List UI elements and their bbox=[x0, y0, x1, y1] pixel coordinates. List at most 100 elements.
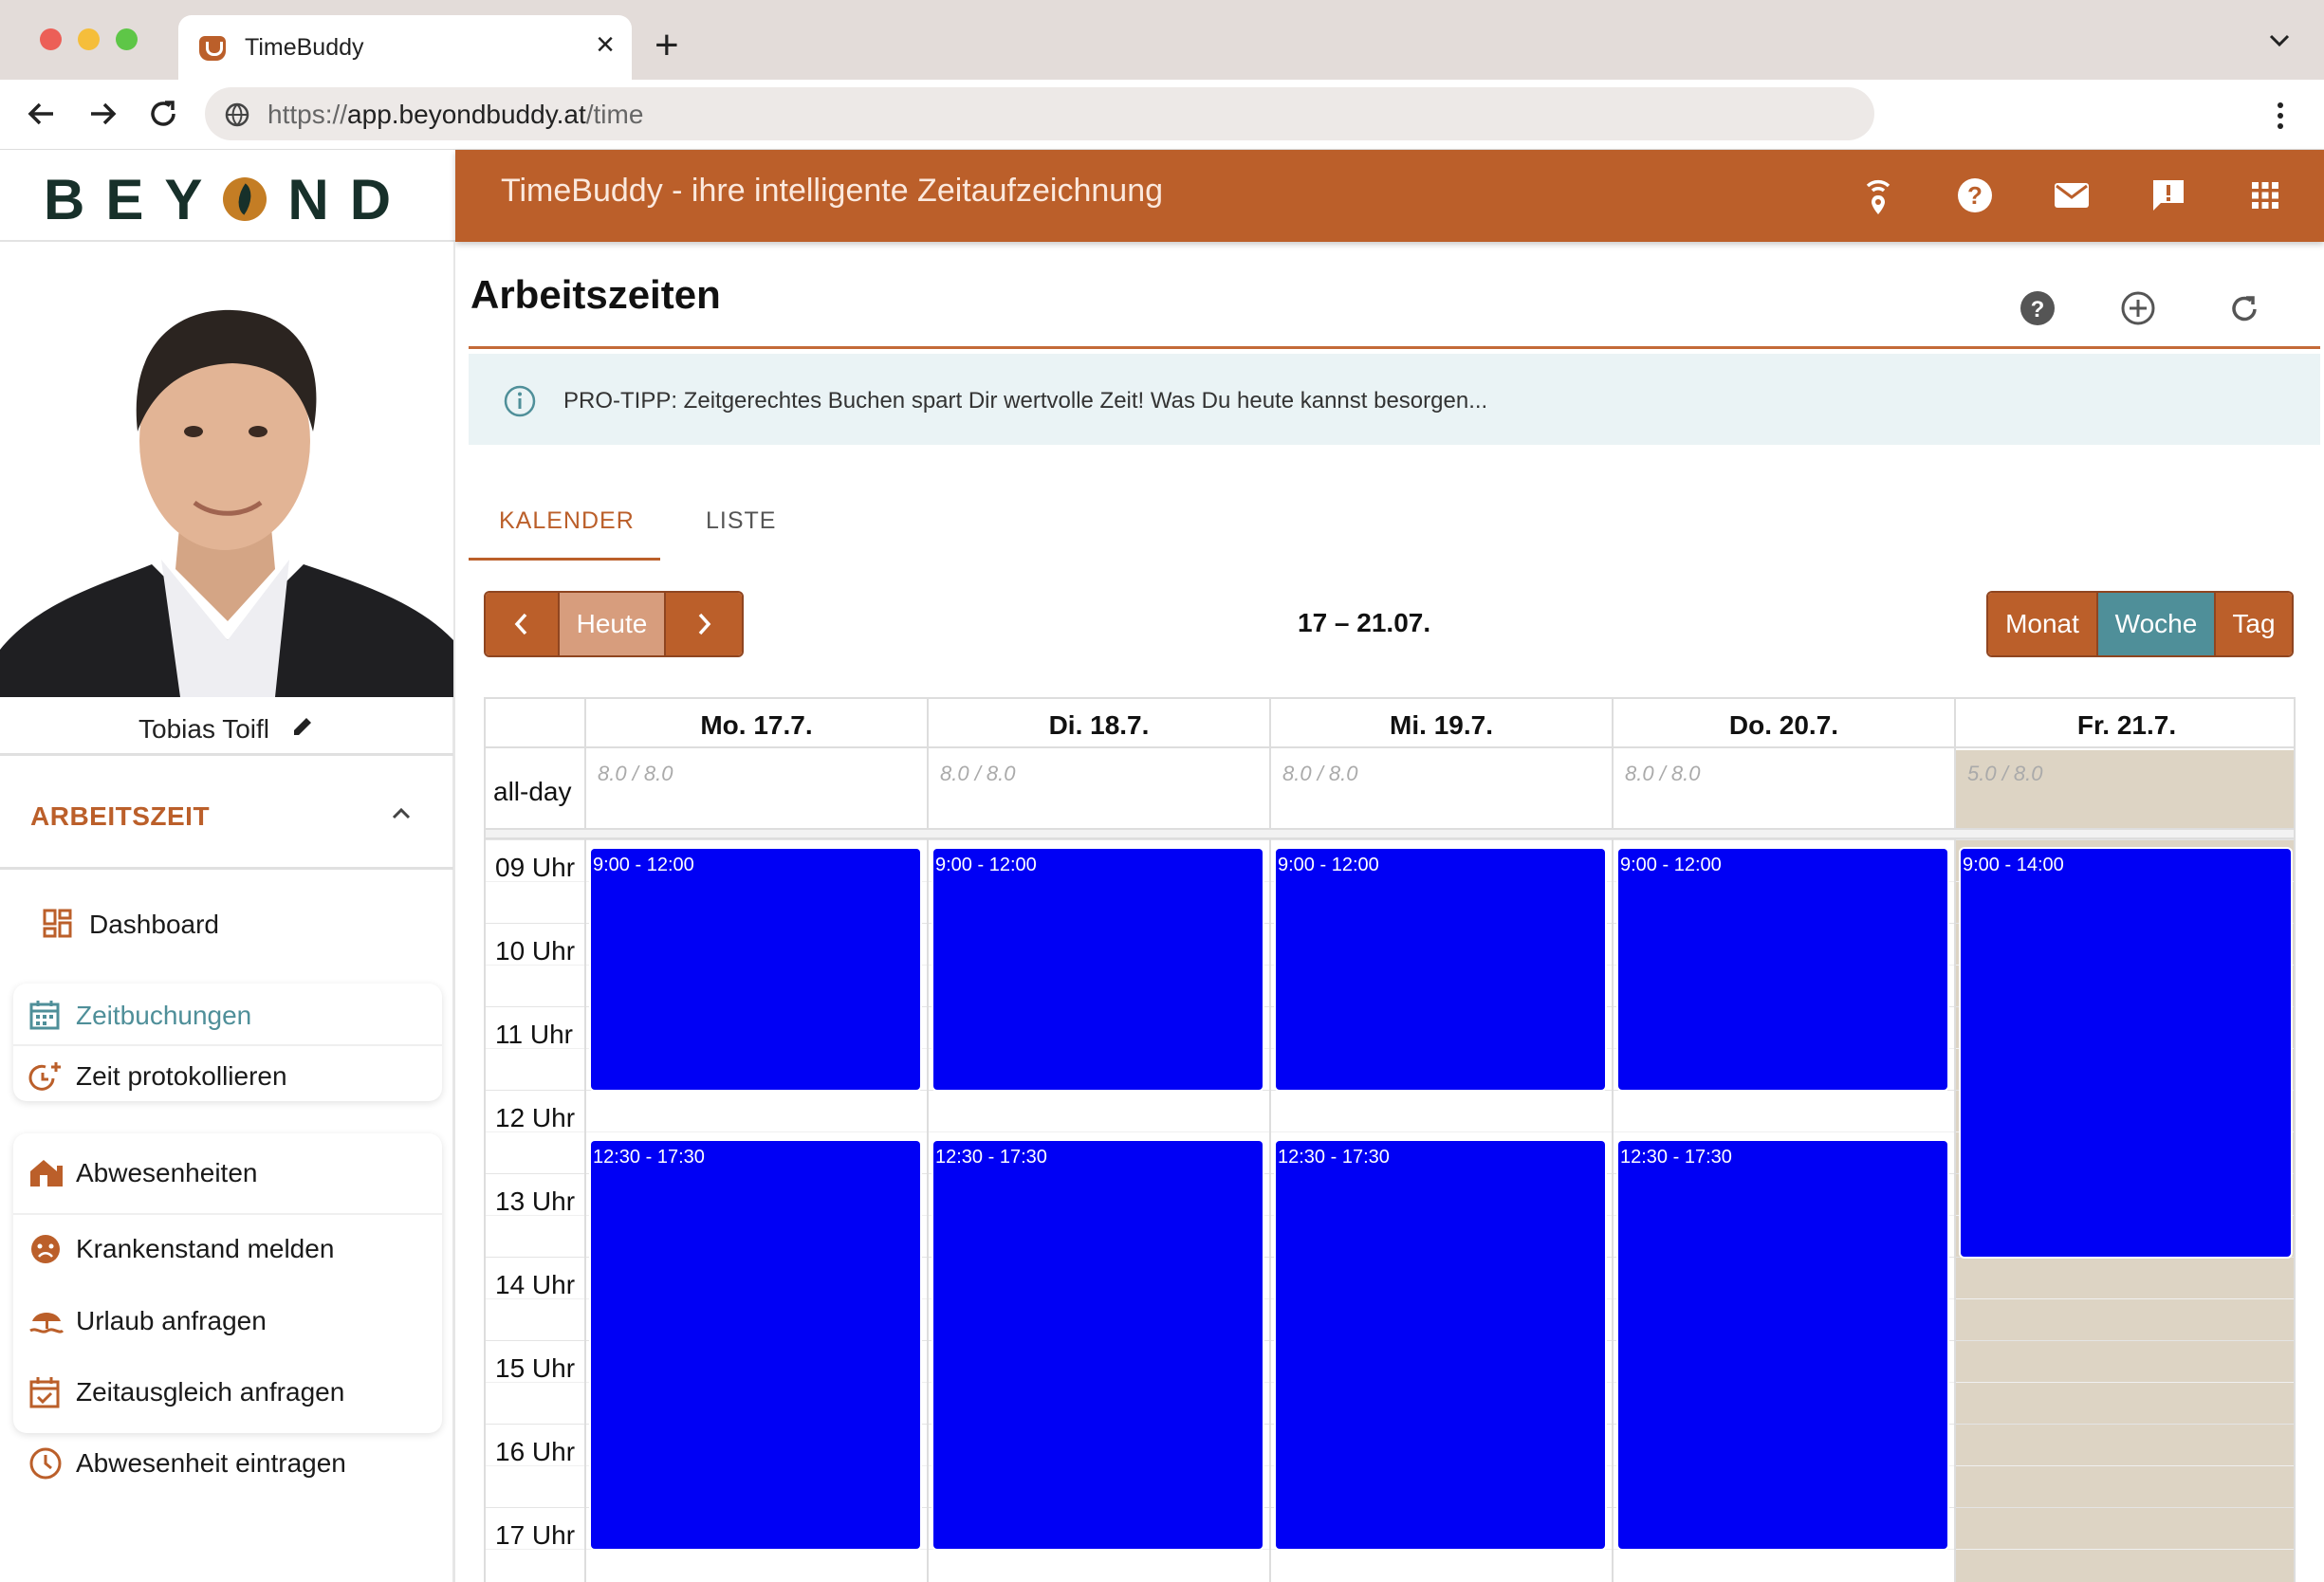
view-week-button[interactable]: Woche bbox=[2098, 593, 2216, 655]
add-circle-icon[interactable] bbox=[2119, 289, 2157, 327]
clock-icon bbox=[29, 1447, 62, 1480]
sidebar: Tobias Toifl ARBEITSZEIT Dashboard Zeitb… bbox=[0, 242, 455, 1582]
time-entry-event[interactable]: 9:00 - 12:00 bbox=[1276, 849, 1605, 1090]
sidebar-item-dashboard[interactable]: Dashboard bbox=[28, 894, 446, 951]
time-entry-event[interactable]: 12:30 - 17:30 bbox=[933, 1141, 1263, 1549]
browser-tab-bar: TimeBuddy × + bbox=[0, 0, 2324, 80]
hour-label: 09 Uhr bbox=[495, 853, 576, 882]
hour-label: 15 Uhr bbox=[495, 1353, 576, 1383]
allday-cell[interactable]: 5.0 / 8.0 bbox=[1954, 748, 2294, 830]
today-button[interactable]: Heute bbox=[560, 593, 666, 655]
sidebar-item-zeit-protokollieren[interactable]: Zeit protokollieren bbox=[13, 1046, 431, 1103]
date-navigation: Heute bbox=[484, 591, 744, 657]
tab-kalender[interactable]: KALENDER bbox=[469, 481, 660, 561]
back-arrow-icon[interactable] bbox=[25, 97, 59, 131]
section-arbeitszeit[interactable]: ARBEITSZEIT bbox=[0, 756, 453, 870]
chevron-up-icon[interactable] bbox=[387, 800, 415, 828]
hour-label: 12 Uhr bbox=[495, 1103, 576, 1132]
time-entry-event[interactable]: 12:30 - 17:30 bbox=[1618, 1141, 1947, 1549]
tab-title: TimeBuddy bbox=[245, 34, 364, 61]
day-column-border bbox=[1954, 839, 1956, 1582]
sidebar-item-abwesenheit-eintragen[interactable]: Abwesenheit eintragen bbox=[13, 1433, 431, 1490]
allday-cell[interactable]: 8.0 / 8.0 bbox=[927, 748, 1269, 830]
allday-row: all-day 8.0 / 8.0 8.0 / 8.0 8.0 / 8.0 8.… bbox=[486, 748, 2294, 830]
new-tab-button[interactable]: + bbox=[655, 25, 679, 66]
app-title: TimeBuddy - ihre intelligente Zeitaufzei… bbox=[501, 173, 1164, 209]
edit-pencil-icon[interactable] bbox=[290, 714, 315, 739]
sidebar-item-abwesenheiten[interactable]: Abwesenheiten bbox=[13, 1143, 431, 1200]
forward-arrow-icon[interactable] bbox=[85, 97, 120, 131]
day-column-border bbox=[1269, 839, 1271, 1582]
sidebar-item-krankenstand[interactable]: Krankenstand melden bbox=[13, 1219, 431, 1276]
allday-cell[interactable]: 8.0 / 8.0 bbox=[584, 748, 927, 830]
day-header: Di. 18.7. bbox=[927, 699, 1269, 748]
zoom-window-button[interactable] bbox=[116, 28, 138, 50]
beach-icon bbox=[29, 1313, 65, 1334]
time-entry-event[interactable]: 12:30 - 17:30 bbox=[1276, 1141, 1605, 1549]
user-name-row: Tobias Toifl bbox=[0, 697, 453, 756]
minimize-window-button[interactable] bbox=[78, 28, 100, 50]
help-icon[interactable]: ? bbox=[1952, 173, 1998, 218]
tab-liste[interactable]: LISTE bbox=[660, 481, 831, 561]
dashboard-icon bbox=[43, 909, 72, 938]
view-month-button[interactable]: Monat bbox=[1988, 593, 2098, 655]
time-entry-event[interactable]: 9:00 - 14:00 bbox=[1961, 849, 2291, 1257]
browser-tab[interactable]: TimeBuddy × bbox=[178, 15, 632, 80]
site-info-globe-icon[interactable] bbox=[224, 101, 250, 128]
beyond-logo: BEY ND bbox=[44, 168, 413, 231]
previous-week-button[interactable] bbox=[486, 593, 560, 655]
day-column-border bbox=[927, 839, 929, 1582]
info-icon bbox=[504, 385, 536, 417]
sidebar-item-label: Urlaub anfragen bbox=[76, 1306, 267, 1335]
help-icon[interactable]: ? bbox=[2019, 289, 2057, 327]
day-header: Mi. 19.7. bbox=[1269, 699, 1612, 748]
sidebar-item-zeitausgleich[interactable]: Zeitausgleich anfragen bbox=[13, 1362, 431, 1419]
sidebar-item-zeitbuchungen[interactable]: Zeitbuchungen bbox=[13, 985, 431, 1042]
sidebar-item-urlaub[interactable]: Urlaub anfragen bbox=[13, 1291, 431, 1348]
sidebar-item-label: Zeitausgleich anfragen bbox=[76, 1377, 345, 1407]
user-avatar-photo bbox=[0, 242, 453, 697]
allday-cell[interactable]: 8.0 / 8.0 bbox=[1612, 748, 1954, 830]
sidebar-item-label: Abwesenheit eintragen bbox=[76, 1448, 346, 1478]
view-switcher: Monat Woche Tag bbox=[1986, 591, 2294, 657]
allday-divider bbox=[486, 830, 2294, 839]
house-absence-icon bbox=[30, 1160, 63, 1186]
view-day-button[interactable]: Tag bbox=[2216, 593, 2292, 655]
time-entry-event[interactable]: 12:30 - 17:30 bbox=[591, 1141, 920, 1549]
brand-logo-area[interactable]: BEY ND bbox=[0, 150, 455, 242]
time-entry-event[interactable]: 9:00 - 12:00 bbox=[933, 849, 1263, 1090]
time-entry-event[interactable]: 9:00 - 12:00 bbox=[1618, 849, 1947, 1090]
time-axis-header bbox=[486, 699, 584, 748]
sidebar-item-label: Dashboard bbox=[89, 910, 219, 939]
allday-label: all-day bbox=[493, 777, 572, 806]
time-entry-event[interactable]: 9:00 - 12:00 bbox=[591, 849, 920, 1090]
next-week-button[interactable] bbox=[666, 593, 742, 655]
day-column-border bbox=[1612, 839, 1614, 1582]
sidebar-item-label: Zeit protokollieren bbox=[76, 1061, 287, 1091]
sidebar-item-label: Abwesenheiten bbox=[76, 1158, 258, 1187]
page-title: Arbeitszeiten bbox=[470, 272, 721, 317]
apps-grid-icon[interactable] bbox=[2242, 173, 2288, 218]
close-window-button[interactable] bbox=[40, 28, 62, 50]
address-bar[interactable]: https://app.beyondbuddy.at/time bbox=[205, 87, 1874, 140]
svg-text:?: ? bbox=[2031, 297, 2045, 322]
sidebar-item-label: Krankenstand melden bbox=[76, 1234, 335, 1263]
day-header: Do. 20.7. bbox=[1612, 699, 1954, 748]
allday-cell[interactable]: 8.0 / 8.0 bbox=[1269, 748, 1612, 830]
location-signal-icon[interactable] bbox=[1855, 173, 1901, 218]
feedback-icon[interactable] bbox=[2146, 173, 2191, 218]
close-tab-icon[interactable]: × bbox=[596, 28, 615, 61]
hour-label: 14 Uhr bbox=[495, 1270, 576, 1299]
sick-face-icon bbox=[31, 1235, 60, 1263]
menu-card-zeit: Zeitbuchungen Zeit protokollieren bbox=[13, 984, 442, 1101]
refresh-icon[interactable] bbox=[2225, 289, 2263, 327]
mail-icon[interactable] bbox=[2049, 173, 2094, 218]
browser-toolbar: https://app.beyondbuddy.at/time bbox=[0, 80, 2324, 150]
divider bbox=[13, 1213, 442, 1215]
hour-label: 17 Uhr bbox=[495, 1520, 576, 1550]
browser-menu-icon[interactable] bbox=[2273, 101, 2288, 131]
url-text: https://app.beyondbuddy.at/time bbox=[267, 100, 644, 129]
hour-label: 10 Uhr bbox=[495, 936, 576, 966]
tab-search-chevron-icon[interactable] bbox=[2267, 30, 2292, 49]
reload-icon[interactable] bbox=[146, 97, 180, 131]
